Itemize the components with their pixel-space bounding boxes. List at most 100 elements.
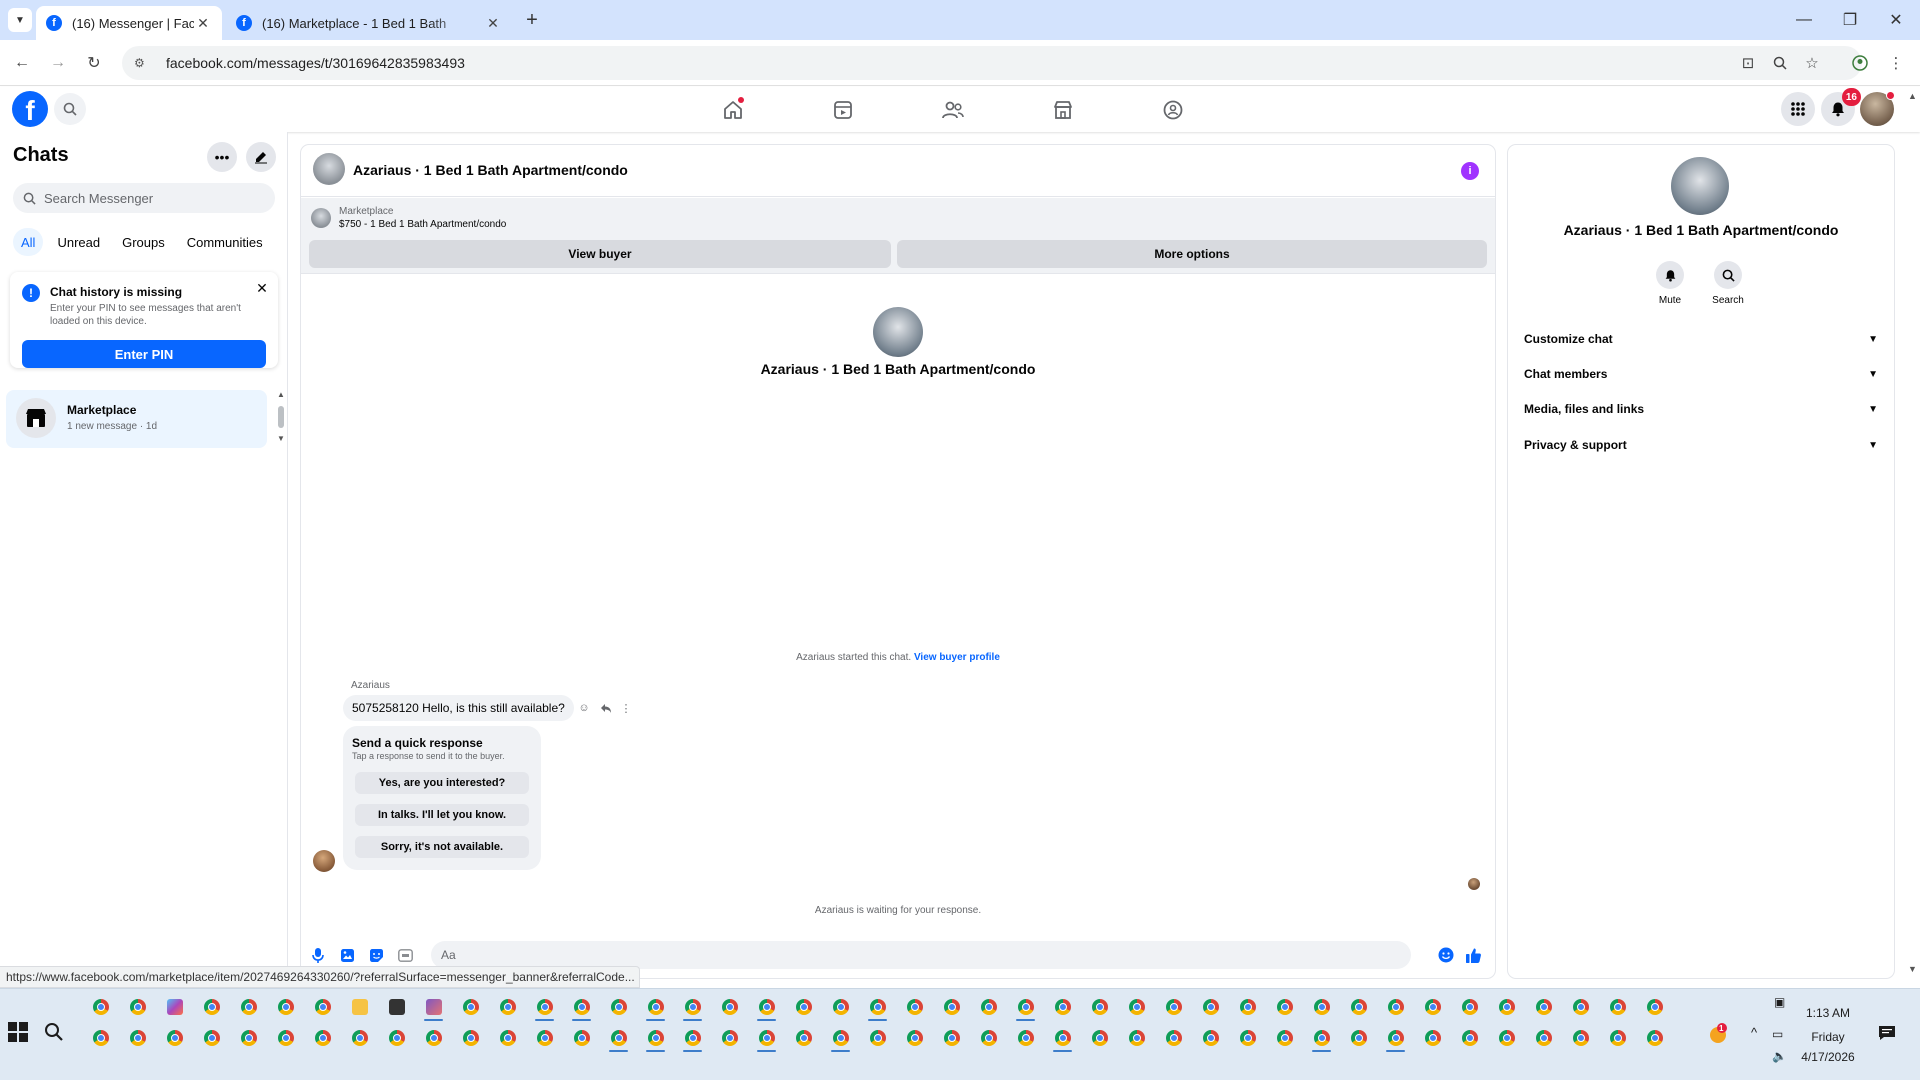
section-customize-chat[interactable]: Customize chat ▼ bbox=[1520, 323, 1882, 355]
taskbar-app-icon[interactable] bbox=[1266, 1024, 1303, 1052]
taskbar-app-icon[interactable] bbox=[378, 1024, 415, 1052]
mute-button[interactable]: Mute bbox=[1645, 261, 1695, 306]
taskbar-app-icon[interactable] bbox=[1414, 993, 1451, 1021]
nav-reels[interactable] bbox=[828, 95, 858, 125]
taskbar-app-icon[interactable] bbox=[1229, 993, 1266, 1021]
gif-button[interactable] bbox=[396, 946, 414, 964]
menu-button[interactable] bbox=[1781, 92, 1815, 126]
taskbar-app-icon[interactable] bbox=[267, 1024, 304, 1052]
taskbar-app-icon[interactable] bbox=[1599, 1024, 1636, 1052]
taskbar-app-icon[interactable] bbox=[1044, 993, 1081, 1021]
taskbar-app-icon[interactable] bbox=[378, 993, 415, 1021]
taskbar-app-icon[interactable] bbox=[156, 1024, 193, 1052]
taskbar-app-icon[interactable] bbox=[156, 993, 193, 1021]
taskbar-app-icon[interactable] bbox=[970, 993, 1007, 1021]
conversation-title[interactable]: Azariaus · 1 Bed 1 Bath Apartment/condo bbox=[353, 162, 628, 178]
taskbar-app-icon[interactable] bbox=[82, 993, 119, 1021]
scroll-up-icon[interactable]: ▲ bbox=[277, 390, 285, 399]
taskbar-app-icon[interactable] bbox=[267, 993, 304, 1021]
taskbar-app-icon[interactable] bbox=[230, 993, 267, 1021]
taskbar-app-icon[interactable] bbox=[674, 1024, 711, 1052]
message-more-button[interactable]: ⋮ bbox=[619, 701, 633, 715]
taskbar-app-icon[interactable] bbox=[1340, 993, 1377, 1021]
taskbar-app-icon[interactable] bbox=[1451, 993, 1488, 1021]
taskbar-app-icon[interactable] bbox=[970, 1024, 1007, 1052]
taskbar-app-icon[interactable] bbox=[674, 993, 711, 1021]
taskbar-app-icon[interactable] bbox=[1377, 1024, 1414, 1052]
filter-unread[interactable]: Unread bbox=[49, 228, 108, 256]
taskbar-app-icon[interactable] bbox=[526, 993, 563, 1021]
scroll-thumb[interactable] bbox=[278, 406, 284, 428]
search-input[interactable] bbox=[44, 190, 264, 206]
facebook-logo-icon[interactable]: f bbox=[12, 91, 48, 127]
section-privacy-support[interactable]: Privacy & support ▼ bbox=[1520, 429, 1882, 461]
section-media-files-links[interactable]: Media, files and links ▼ bbox=[1520, 393, 1882, 425]
taskbar-app-icon[interactable] bbox=[711, 993, 748, 1021]
tab-marketplace[interactable]: f (16) Marketplace - 1 Bed 1 Bath ✕ bbox=[226, 6, 512, 40]
taskbar-app-icon[interactable] bbox=[304, 993, 341, 1021]
site-settings-icon[interactable]: ⚙ bbox=[134, 56, 152, 70]
taskbar-app-icon[interactable] bbox=[1488, 993, 1525, 1021]
notification-center-button[interactable] bbox=[1878, 1025, 1896, 1044]
taskbar-app-icon[interactable] bbox=[526, 1024, 563, 1052]
sidebar-scrollbar[interactable]: ▲ ▼ bbox=[276, 390, 286, 446]
nav-home[interactable] bbox=[718, 95, 748, 125]
taskbar-app-icon[interactable] bbox=[452, 993, 489, 1021]
taskbar-app-icon[interactable] bbox=[1266, 993, 1303, 1021]
taskbar-app-icon[interactable] bbox=[119, 993, 156, 1021]
taskbar-app-icon[interactable] bbox=[1155, 993, 1192, 1021]
nav-groups[interactable] bbox=[1158, 95, 1188, 125]
taskbar-app-icon[interactable] bbox=[119, 1024, 156, 1052]
taskbar-app-icon[interactable] bbox=[1303, 1024, 1340, 1052]
info-icon[interactable]: i bbox=[1461, 162, 1479, 180]
taskbar-app-icon[interactable] bbox=[1451, 1024, 1488, 1052]
weather-icon[interactable]: 1 bbox=[1706, 1023, 1728, 1048]
scroll-down-icon[interactable]: ▼ bbox=[1908, 964, 1917, 974]
scroll-up-icon[interactable]: ▲ bbox=[1908, 91, 1917, 101]
taskbar-app-icon[interactable] bbox=[637, 1024, 674, 1052]
close-window-button[interactable]: ✕ bbox=[1884, 8, 1908, 32]
tab-search-button[interactable]: ▼ bbox=[8, 8, 32, 32]
section-chat-members[interactable]: Chat members ▼ bbox=[1520, 358, 1882, 390]
more-options-button[interactable]: More options bbox=[897, 240, 1487, 268]
quick-response-option[interactable]: Yes, are you interested? bbox=[355, 772, 529, 794]
taskbar-app-icon[interactable] bbox=[859, 1024, 896, 1052]
taskbar-app-icon[interactable] bbox=[1081, 1024, 1118, 1052]
zoom-button[interactable] bbox=[1768, 51, 1792, 75]
install-app-button[interactable]: ⊡ bbox=[1736, 51, 1760, 75]
taskbar-app-icon[interactable] bbox=[785, 993, 822, 1021]
taskbar-app-icon[interactable] bbox=[1562, 1024, 1599, 1052]
taskbar-app-icon[interactable] bbox=[748, 993, 785, 1021]
taskbar-app-icon[interactable] bbox=[1636, 993, 1673, 1021]
taskbar-app-icon[interactable] bbox=[82, 1024, 119, 1052]
attach-media-button[interactable] bbox=[338, 946, 356, 964]
chat-list-item[interactable]: Marketplace 1 new message · 1d bbox=[6, 390, 267, 448]
taskbar-app-icon[interactable] bbox=[1525, 993, 1562, 1021]
taskbar-app-icon[interactable] bbox=[785, 1024, 822, 1052]
taskbar-app-icon[interactable] bbox=[1303, 993, 1340, 1021]
conversation-avatar[interactable] bbox=[313, 153, 345, 185]
send-like-button[interactable] bbox=[1464, 946, 1482, 964]
taskbar-app-icon[interactable] bbox=[1007, 993, 1044, 1021]
taskbar-app-icon[interactable] bbox=[1599, 993, 1636, 1021]
close-icon[interactable]: ✕ bbox=[484, 15, 502, 32]
start-button[interactable] bbox=[8, 1022, 28, 1042]
message-bubble[interactable]: 5075258120 Hello, is this still availabl… bbox=[343, 695, 574, 721]
taskbar-app-icon[interactable] bbox=[600, 1024, 637, 1052]
bookmark-button[interactable]: ☆ bbox=[1800, 51, 1824, 75]
taskbar-app-icon[interactable] bbox=[415, 1024, 452, 1052]
taskbar-app-icon[interactable] bbox=[1118, 993, 1155, 1021]
nav-marketplace[interactable] bbox=[1048, 95, 1078, 125]
chat-options-button[interactable]: ••• bbox=[207, 142, 237, 172]
taskbar-app-icon[interactable] bbox=[489, 1024, 526, 1052]
taskbar-date[interactable]: 4/17/2026 bbox=[1780, 1050, 1876, 1064]
close-notice-button[interactable]: ✕ bbox=[254, 280, 270, 296]
taskbar-app-icon[interactable] bbox=[933, 1024, 970, 1052]
close-icon[interactable]: ✕ bbox=[194, 15, 212, 32]
taskbar-app-icon[interactable] bbox=[1414, 1024, 1451, 1052]
page-scrollbar[interactable]: ▲ ▼ bbox=[1905, 87, 1920, 978]
taskbar-app-icon[interactable] bbox=[711, 1024, 748, 1052]
reload-button[interactable]: ↻ bbox=[82, 51, 106, 75]
taskbar-app-icon[interactable] bbox=[1377, 993, 1414, 1021]
message-input[interactable] bbox=[431, 941, 1411, 969]
